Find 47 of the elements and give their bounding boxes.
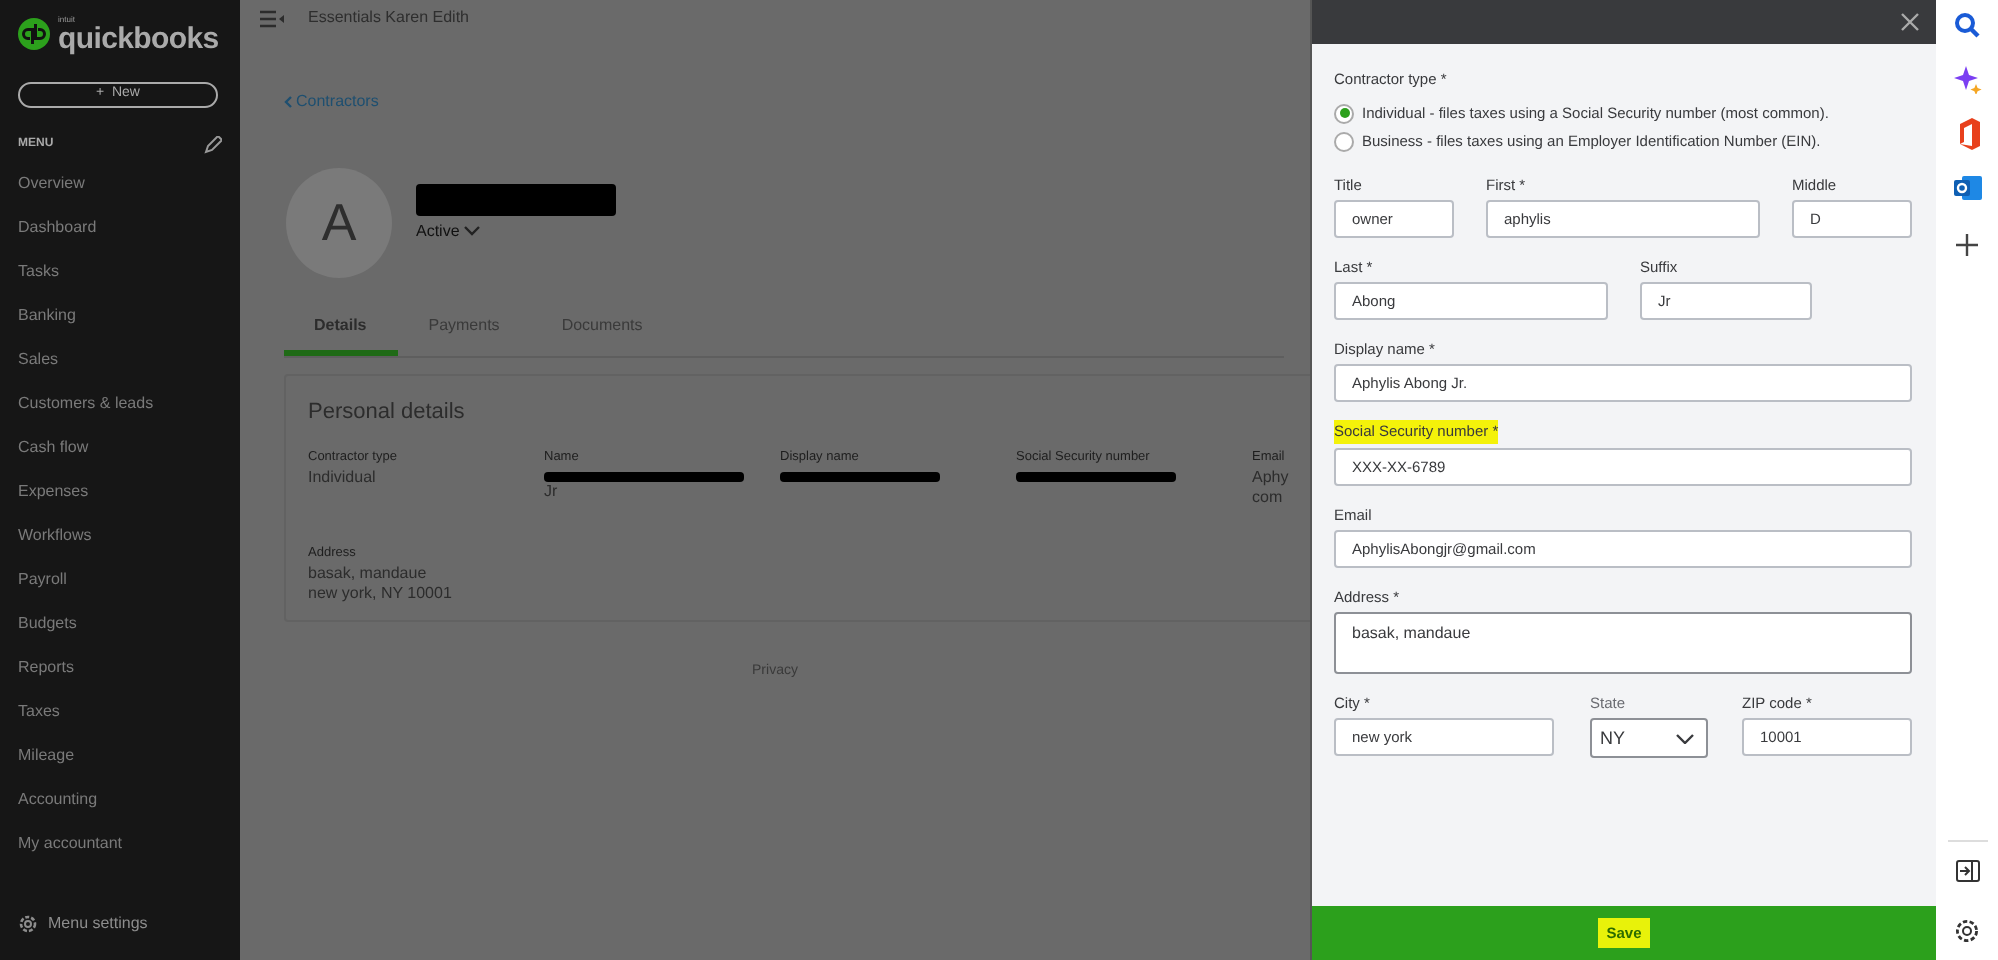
menu-settings-link[interactable]: Menu settings	[18, 912, 222, 936]
chevron-left-icon	[284, 95, 292, 108]
close-button[interactable]	[1900, 12, 1920, 32]
plus-icon[interactable]	[1956, 234, 1978, 256]
card-title: Personal details	[308, 397, 467, 427]
field-value: Aphy	[1252, 467, 1291, 488]
menu-item[interactable]: My accountant	[18, 822, 222, 866]
menu-item[interactable]: Dashboard	[18, 206, 222, 250]
menu-item[interactable]: Cash flow	[18, 426, 222, 470]
logo-icon	[18, 18, 50, 50]
mail-app-icon[interactable]	[1953, 174, 1981, 202]
menu-item[interactable]: Sales	[18, 338, 222, 382]
menu-item[interactable]: Banking	[18, 294, 222, 338]
field-value: Jr	[544, 481, 560, 502]
menu-item[interactable]: Customers & leads	[18, 382, 222, 426]
gear-icon[interactable]	[1954, 918, 1980, 944]
company-name: Essentials Karen Edith	[308, 6, 469, 30]
menu-item[interactable]: Payroll	[18, 558, 222, 602]
field-value: new york, NY 10001	[308, 583, 454, 603]
office-icon[interactable]	[1955, 118, 1979, 150]
field-value: Individual	[308, 467, 378, 488]
menu-item[interactable]: Tasks	[18, 250, 222, 294]
address-field[interactable]: basak, mandaue	[1334, 612, 1912, 674]
panel-collapse-icon[interactable]	[1955, 860, 1979, 882]
avatar: A	[286, 167, 392, 277]
menu-item[interactable]: Taxes	[18, 690, 222, 734]
menu-item[interactable]: Expenses	[18, 470, 222, 514]
menu-item[interactable]: Mileage	[18, 734, 222, 778]
search-icon[interactable]	[1954, 12, 1980, 38]
close-icon	[1900, 12, 1920, 32]
chevron-down-icon	[1676, 733, 1694, 744]
tab[interactable]: Details	[284, 305, 399, 355]
pencil-icon[interactable]	[204, 135, 222, 153]
field-value: basak, mandaue	[308, 563, 429, 583]
logo-text: quickbooks	[58, 23, 219, 53]
menu-item[interactable]: Overview	[18, 162, 222, 206]
menu-item[interactable]: Workflows	[18, 514, 222, 558]
menu-item[interactable]: Budgets	[18, 602, 222, 646]
gear-icon	[18, 914, 38, 934]
menu-collapse-icon[interactable]	[260, 9, 284, 27]
chevron-down-icon	[463, 226, 480, 236]
status-dropdown[interactable]: Active	[416, 219, 616, 243]
state-select[interactable]: NY	[1590, 718, 1708, 759]
sparkle-icon[interactable]	[1953, 66, 1981, 94]
field-value: com	[1252, 487, 1285, 508]
menu-item[interactable]: Accounting	[18, 778, 222, 822]
menu-item[interactable]: Reports	[18, 646, 222, 690]
